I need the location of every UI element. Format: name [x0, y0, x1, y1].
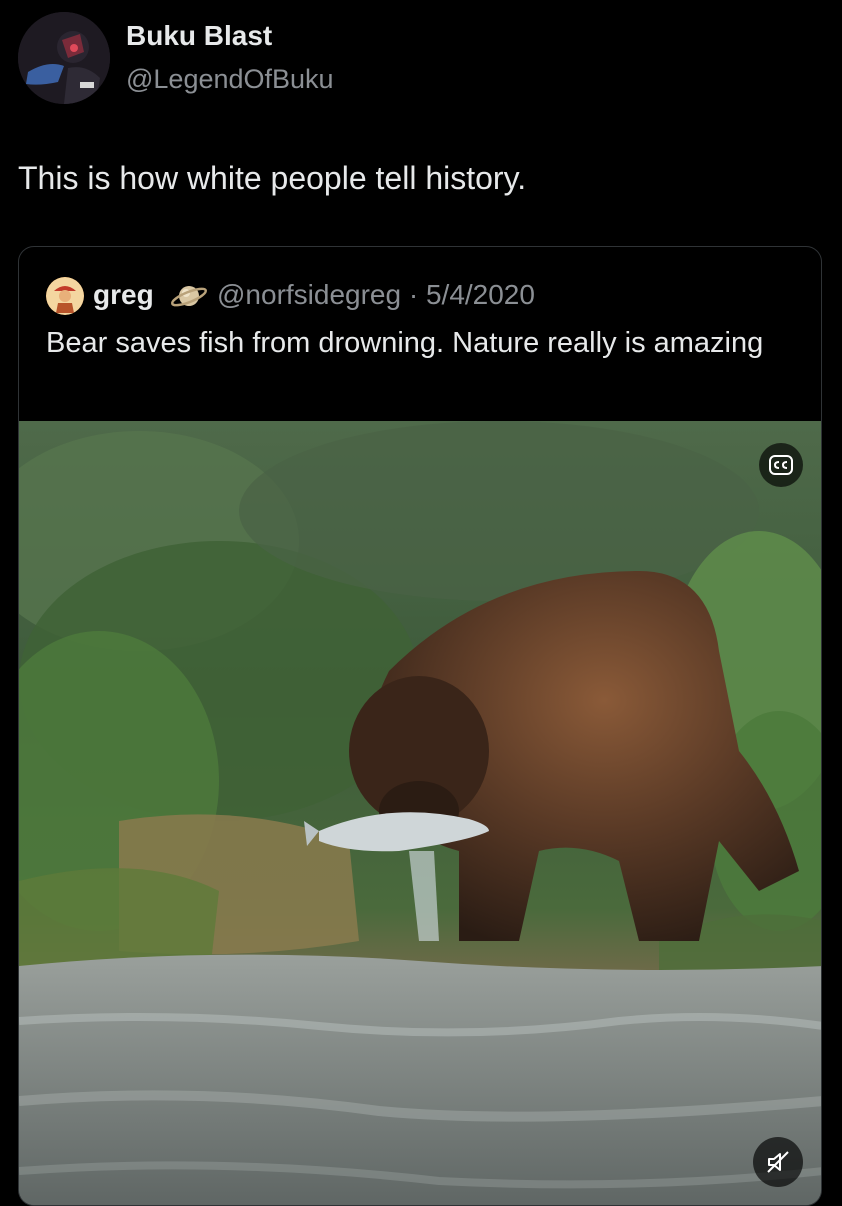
- quoted-author-name[interactable]: greg: [93, 279, 154, 311]
- author-name[interactable]: Buku Blast: [126, 20, 272, 52]
- unmute-button[interactable]: [753, 1137, 803, 1187]
- video-player[interactable]: [19, 421, 821, 1205]
- tweet-text: This is how white people tell history.: [18, 160, 527, 196]
- quoted-handle-date[interactable]: @norfsidegreg · 5/4/2020: [217, 279, 535, 311]
- closed-captions-button[interactable]: [759, 443, 803, 487]
- author-avatar[interactable]: [18, 12, 110, 104]
- quoted-author-avatar[interactable]: [46, 277, 84, 315]
- tweet-header: Buku Blast @LegendOfBuku: [18, 12, 824, 104]
- closed-captions-icon: [769, 455, 793, 475]
- saturn-badge-icon: [169, 276, 209, 316]
- muted-speaker-icon: [767, 1151, 789, 1173]
- quoted-tweet-card[interactable]: greg @norfsidegreg · 5/4/2020 Bear saves…: [18, 246, 822, 1206]
- quoted-tweet-text: Bear saves fish from drowning. Nature re…: [46, 327, 764, 359]
- author-handle[interactable]: @LegendOfBuku: [126, 64, 334, 95]
- video-frame: [19, 421, 821, 1205]
